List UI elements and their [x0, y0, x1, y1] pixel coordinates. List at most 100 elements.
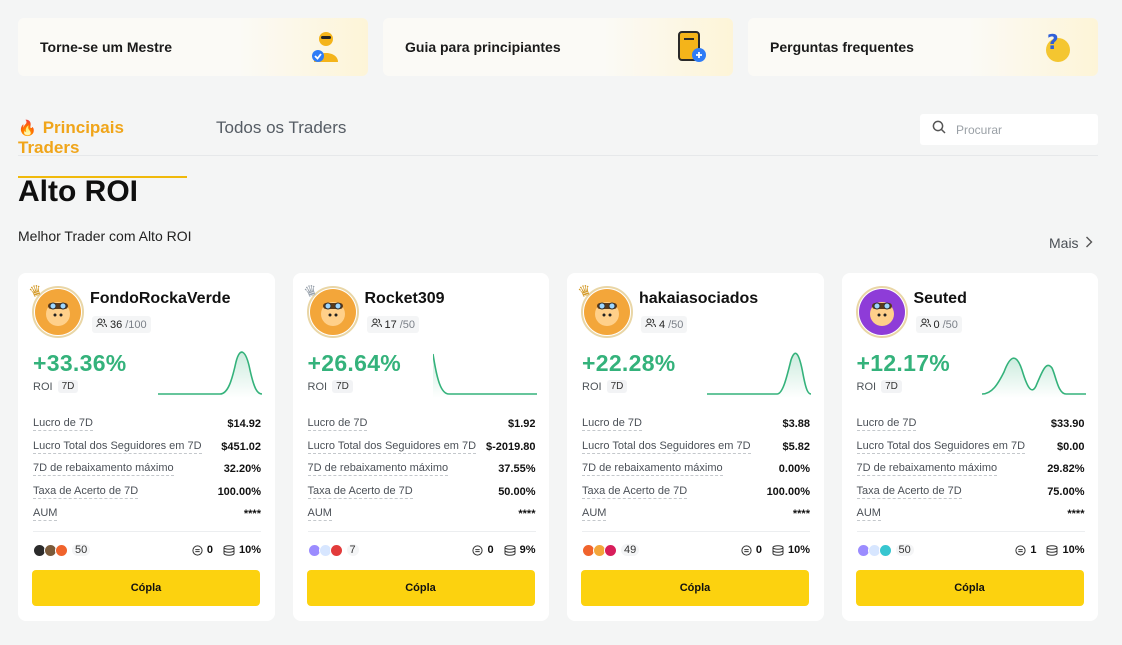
trader-tabs: 🔥 Principais Traders Todos os Traders [18, 110, 1098, 178]
stat-win-rate: Taxa de Acerto de 7D 50.00% [307, 481, 536, 504]
stat-label[interactable]: 7D de rebaixamento máximo [33, 462, 174, 477]
promo-faq[interactable]: Perguntas frequentes ? [748, 18, 1098, 76]
stat-value: $451.02 [221, 440, 261, 453]
copy-button[interactable]: Cópla [855, 570, 1084, 606]
roi-period-badge: 7D [332, 380, 353, 393]
roi-period-badge: 7D [881, 380, 902, 393]
search-box[interactable] [920, 114, 1098, 145]
trader-card[interactable]: ♛ Rocket309 17/50 +26.64% ROI 7D Lucro d… [292, 273, 549, 621]
stat-label[interactable]: Lucro de 7D [307, 417, 368, 432]
stat-value: 32.20% [223, 463, 261, 476]
coins-icon [772, 544, 784, 556]
stat-win-rate: Taxa de Acerto de 7D 100.00% [33, 481, 261, 504]
stat-value: $1.92 [507, 418, 536, 431]
stat-label[interactable]: AUM [33, 507, 58, 522]
followers-count: 0 [933, 318, 940, 331]
more-link[interactable]: Mais [1049, 235, 1093, 251]
section-subtitle: Melhor Trader com Alto ROI [18, 228, 192, 244]
stat-label[interactable]: Lucro Total dos Seguidores em 7D [307, 440, 477, 454]
stat-value: 75.00% [1047, 485, 1085, 498]
stat-value: 50.00% [498, 485, 536, 498]
tab-all-traders[interactable]: Todos os Traders [216, 118, 346, 156]
svg-text:?: ? [1047, 30, 1059, 54]
trader-name[interactable]: hakaiasociados [639, 290, 758, 308]
stat-profit-7d: Lucro de 7D $3.88 [582, 413, 810, 436]
stat-label[interactable]: Lucro de 7D [582, 417, 642, 432]
faq-icon: ? [1036, 27, 1076, 67]
stat-max-drawdown: 7D de rebaixamento máximo 32.20% [33, 458, 261, 481]
card-meta: 0 9% [472, 544, 536, 556]
stat-aum: AUM **** [307, 503, 536, 526]
tab-top-traders[interactable]: 🔥 Principais Traders [18, 118, 187, 178]
stat-label[interactable]: Lucro de 7D [856, 417, 917, 432]
promo-label: Torne-se um Mestre [40, 39, 172, 55]
stat-label[interactable]: AUM [582, 507, 607, 522]
card-meta: 0 10% [192, 544, 261, 556]
trader-name[interactable]: Seuted [914, 290, 967, 308]
trader-card[interactable]: ♛ hakaiasociados 4/50 +22.28% ROI 7D Luc… [567, 273, 824, 621]
trader-name[interactable]: Rocket309 [365, 290, 445, 308]
promo-beginner-guide[interactable]: Guia para principiantes [383, 18, 733, 76]
profit-share: 10% [787, 544, 810, 556]
stat-label[interactable]: Lucro Total dos Seguidores em 7D [33, 440, 202, 454]
copier-avatar [604, 543, 617, 557]
followers-count: 4 [659, 318, 666, 331]
coins-icon [1046, 544, 1058, 556]
stat-label[interactable]: Taxa de Acerto de 7D [856, 485, 962, 499]
stats-list: Lucro de 7D $33.90 Lucro Total dos Seguid… [856, 413, 1085, 526]
stat-win-rate: Taxa de Acerto de 7D 100.00% [582, 481, 810, 504]
copy-button[interactable]: Cópla [32, 570, 260, 606]
beginner-guide-icon [671, 27, 711, 67]
stat-followers-profit: Lucro Total dos Seguidores em 7D $0.00 [856, 436, 1085, 459]
stats-list: Lucro de 7D $1.92 Lucro Total dos Seguido… [307, 413, 536, 526]
stat-value: **** [518, 508, 536, 521]
stat-label[interactable]: 7D de rebaixamento máximo [307, 462, 449, 477]
stat-label[interactable]: AUM [856, 507, 881, 522]
stat-aum: AUM **** [33, 503, 261, 526]
roi-sparkline [707, 352, 811, 398]
users-icon [645, 318, 656, 331]
roi-value: +22.28% [582, 350, 676, 376]
stat-label[interactable]: Taxa de Acerto de 7D [582, 485, 688, 499]
users-icon [370, 318, 382, 331]
stat-max-drawdown: 7D de rebaixamento máximo 0.00% [582, 458, 810, 481]
avatar[interactable]: ♛ [576, 281, 633, 338]
stat-label[interactable]: Lucro Total dos Seguidores em 7D [582, 440, 751, 454]
avatar[interactable]: ♛ [301, 281, 359, 338]
stat-label[interactable]: AUM [307, 507, 332, 522]
stat-win-rate: Taxa de Acerto de 7D 75.00% [856, 481, 1085, 504]
stat-label[interactable]: 7D de rebaixamento máximo [856, 462, 998, 477]
stat-label[interactable]: Taxa de Acerto de 7D [307, 485, 413, 499]
avatar[interactable]: ♛ [27, 281, 84, 338]
avatar[interactable]: ♛ [855, 286, 908, 338]
followers-max: /50 [668, 318, 684, 331]
copier-avatars[interactable]: 7 [307, 543, 359, 557]
stat-label[interactable]: Taxa de Acerto de 7D [33, 485, 139, 499]
copier-avatars[interactable]: 50 [33, 543, 91, 557]
trader-card[interactable]: ♛ Seuted 0/50 +12.17% ROI 7D Lucro de [841, 273, 1098, 621]
avatar-image [855, 286, 908, 338]
coins-icon [223, 544, 235, 556]
followers-badge: 17/50 [366, 316, 420, 333]
stat-label[interactable]: Lucro Total dos Seguidores em 7D [856, 440, 1026, 454]
card-meta: 1 10% [1015, 544, 1085, 556]
trader-name[interactable]: FondoRockaVerde [90, 290, 230, 308]
copy-button[interactable]: Cópla [581, 570, 809, 606]
copier-count: 49 [621, 544, 640, 556]
roi-label-text: ROI [33, 380, 53, 393]
copy-button[interactable]: Cópla [306, 570, 535, 606]
fire-icon: 🔥 [18, 120, 37, 137]
copier-avatars[interactable]: 50 [856, 543, 914, 557]
copier-count: 50 [72, 544, 91, 556]
search-input[interactable] [956, 122, 1086, 137]
stat-followers-profit: Lucro Total dos Seguidores em 7D $-2019.8… [307, 436, 536, 459]
roi-value: +12.17% [856, 350, 951, 376]
trader-cards: ♛ FondoRockaVerde 36/100 +33.36% ROI 7D [18, 273, 1098, 621]
stat-label[interactable]: 7D de rebaixamento máximo [582, 462, 723, 477]
stat-label[interactable]: Lucro de 7D [33, 417, 93, 432]
stat-max-drawdown: 7D de rebaixamento máximo 29.82% [856, 458, 1085, 481]
followers-max: /50 [942, 318, 958, 331]
copier-avatars[interactable]: 49 [582, 543, 640, 557]
trader-card[interactable]: ♛ FondoRockaVerde 36/100 +33.36% ROI 7D [18, 273, 275, 621]
promo-become-master[interactable]: Torne-se um Mestre [18, 18, 368, 76]
